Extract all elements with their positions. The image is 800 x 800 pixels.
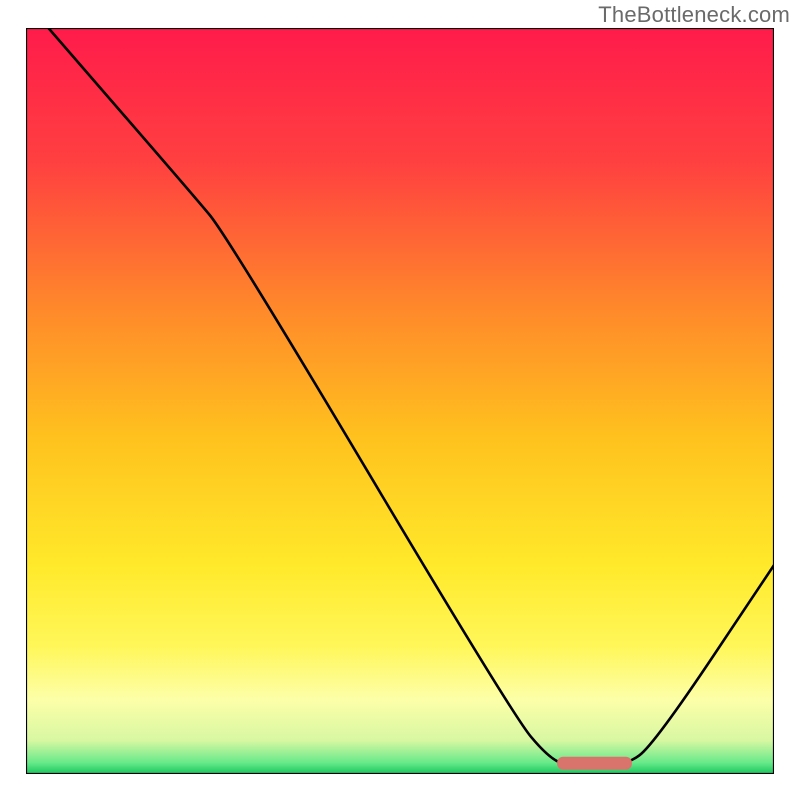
gradient-background <box>26 28 774 774</box>
chart-svg <box>26 28 774 774</box>
optimal-range-marker <box>557 757 632 770</box>
bottleneck-chart <box>26 28 774 774</box>
attribution-label: TheBottleneck.com <box>598 2 790 28</box>
